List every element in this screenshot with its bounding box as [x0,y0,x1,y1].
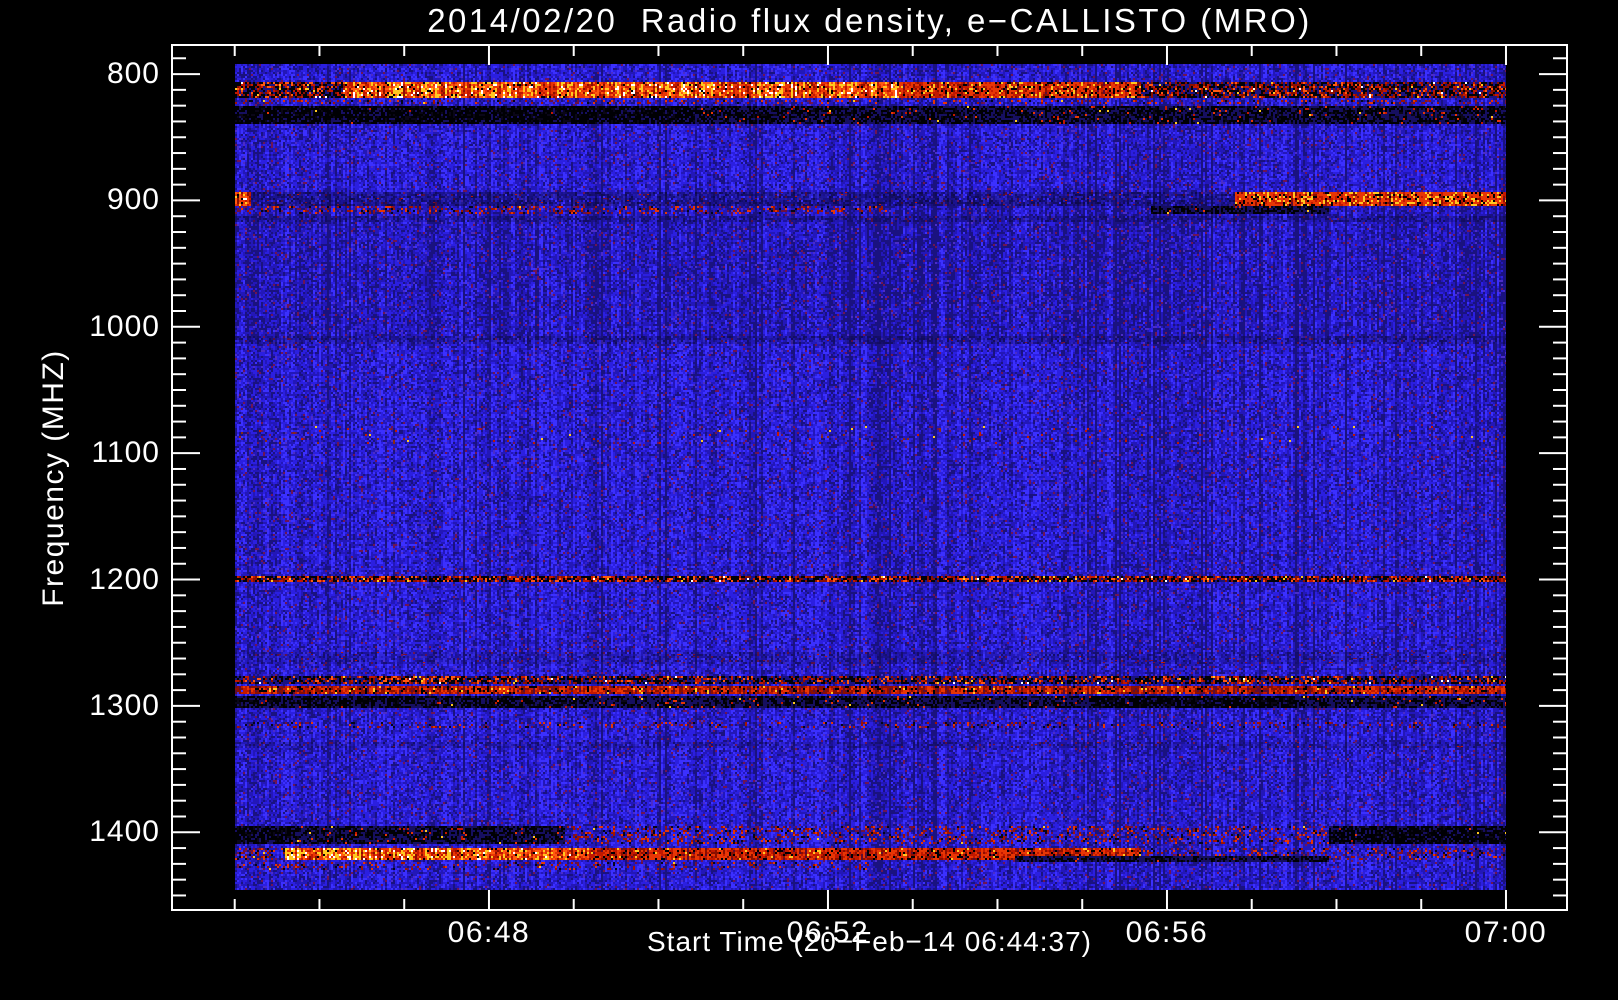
y-tick-label: 1200 [89,562,160,596]
y-tick-label: 1300 [89,688,160,722]
y-tick-label: 1100 [91,436,160,470]
axes-frame-and-ticks [171,44,1568,911]
y-tick-label: 1000 [89,309,160,343]
x-axis-title: Start Time (20−Feb−14 06:44:37) [646,926,1093,957]
y-tick-label: 800 [106,57,160,91]
y-tick-label: 900 [106,183,160,217]
y-tick-label: 1400 [89,815,160,849]
spectrogram-figure: 2014/02/20 Radio flux density, e−CALLIST… [0,0,1618,1000]
